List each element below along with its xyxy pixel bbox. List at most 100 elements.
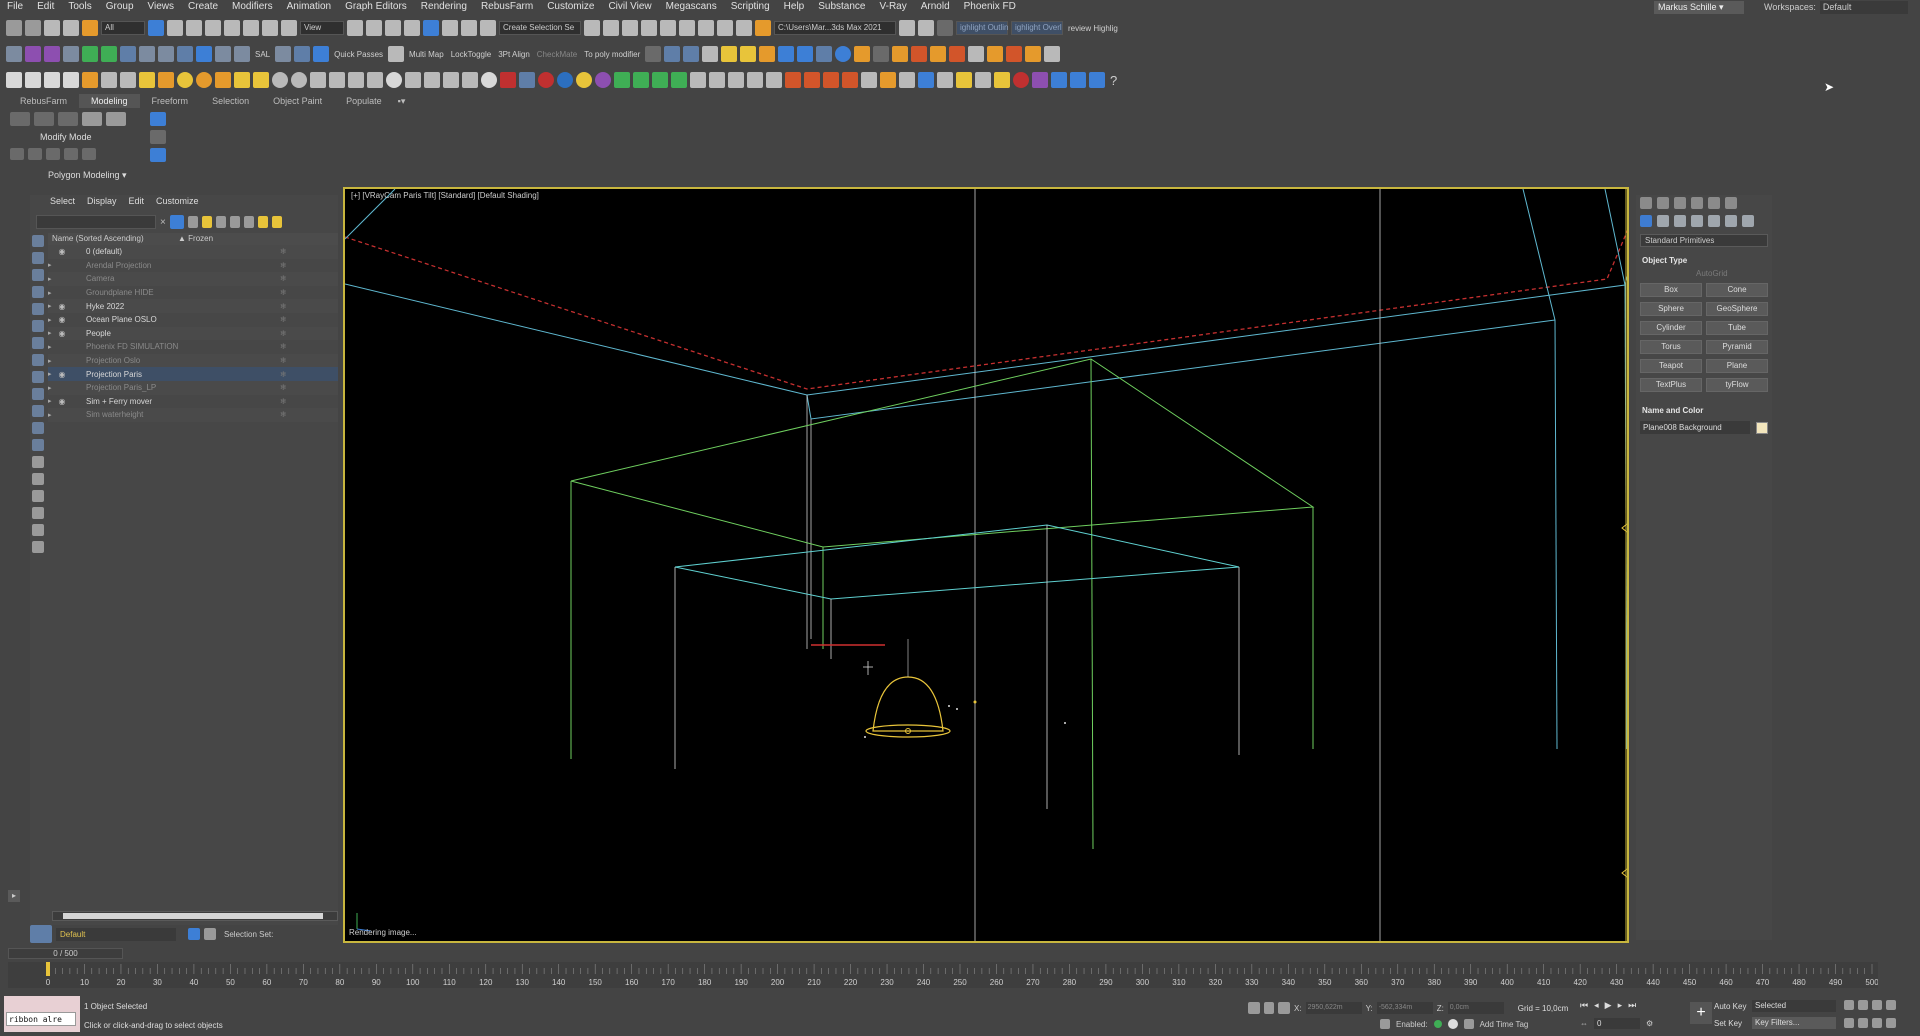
display-cameras-icon[interactable]	[32, 286, 44, 298]
layer-tool-icon[interactable]	[120, 46, 136, 62]
shapes-category-icon[interactable]	[1657, 215, 1669, 227]
highlight-overlay-toggle[interactable]: ighlight Overl	[1011, 21, 1063, 35]
explorer-horizontal-scrollbar[interactable]	[52, 911, 338, 921]
find-case-icon[interactable]	[32, 490, 44, 502]
clear-search-icon[interactable]: ×	[160, 217, 166, 228]
layer-row[interactable]: ▸ Groundplane HIDE ❄	[48, 286, 338, 300]
ribbon-side-2-icon[interactable]	[150, 130, 166, 144]
next-frame-icon[interactable]: ▸	[1618, 1000, 1623, 1011]
isolate-selection-icon[interactable]	[1248, 1002, 1260, 1014]
tool-b-icon[interactable]	[968, 46, 985, 62]
menu-graph-editors[interactable]: Graph Editors	[338, 0, 414, 14]
image-tool-icon[interactable]	[177, 46, 193, 62]
explorer-menu-edit[interactable]: Edit	[123, 196, 151, 206]
sun-icon[interactable]	[253, 72, 269, 88]
expand-arrow-icon[interactable]: ▸	[48, 329, 56, 337]
expand-arrow-icon[interactable]: ▸	[48, 316, 56, 324]
menu-substance[interactable]: Substance	[811, 0, 872, 14]
display-lights-icon[interactable]	[32, 269, 44, 281]
red-box-icon[interactable]	[500, 72, 516, 88]
x-coordinate-field[interactable]: 2950,622m	[1305, 1002, 1362, 1014]
freeze-toggle-icon[interactable]: ❄	[280, 410, 287, 419]
lock-toggle-button[interactable]: LockToggle	[449, 50, 493, 59]
menu-animation[interactable]: Animation	[280, 0, 338, 14]
expand-arrow-icon[interactable]: ▸	[48, 411, 56, 419]
material-editor-icon[interactable]	[698, 20, 714, 36]
menu-rebusfarm[interactable]: RebusFarm	[474, 0, 540, 14]
half-sphere-icon[interactable]	[291, 72, 307, 88]
menu-create[interactable]: Create	[181, 0, 225, 14]
vray-icon[interactable]	[481, 72, 497, 88]
zoom-extents-icon[interactable]	[1872, 1000, 1882, 1010]
render-setup-icon[interactable]	[717, 20, 733, 36]
viewport-layout-icon[interactable]	[937, 20, 953, 36]
to-poly-modifier-button[interactable]: To poly modifier	[582, 50, 642, 59]
primitive-torus-button[interactable]: Torus	[1640, 340, 1702, 354]
key-mode-icon[interactable]: ⇔	[1580, 1019, 1588, 1028]
sort-icon[interactable]	[32, 507, 44, 519]
display-helpers-icon[interactable]	[32, 303, 44, 315]
expand-arrow-icon[interactable]: ▸	[48, 275, 56, 283]
ribbon-tool-2-icon[interactable]	[34, 112, 54, 126]
primitive-geosphere-button[interactable]: GeoSphere	[1706, 302, 1768, 316]
layer-row[interactable]: ▸ Arendal Projection ❄	[48, 259, 338, 273]
expand-arrow-icon[interactable]: ▸	[48, 384, 56, 392]
expand-arrow-icon[interactable]: ▸	[48, 397, 56, 405]
paint-tool-icon[interactable]	[25, 46, 41, 62]
primitive-teapot-button[interactable]: Teapot	[1640, 359, 1702, 373]
folder-stack-icon[interactable]	[854, 46, 871, 62]
curve-editor-icon[interactable]	[660, 20, 676, 36]
explorer-search-input[interactable]	[36, 215, 156, 229]
highlight-outline-toggle[interactable]: ighlight Outlin	[956, 21, 1008, 35]
display-frozen-icon[interactable]	[32, 405, 44, 417]
qr-icon[interactable]	[835, 46, 852, 62]
freeze-toggle-icon[interactable]: ❄	[280, 247, 287, 256]
render-production-icon[interactable]	[755, 20, 771, 36]
menu-phoenix-fd[interactable]: Phoenix FD	[957, 0, 1023, 14]
cameras-category-icon[interactable]	[1691, 215, 1703, 227]
folder-icon[interactable]	[139, 72, 155, 88]
orbit-icon[interactable]	[1872, 1018, 1882, 1028]
save-incremental-icon[interactable]	[918, 20, 934, 36]
selection-bracket-icon[interactable]	[645, 46, 662, 62]
rendered-frame-window-icon[interactable]	[736, 20, 752, 36]
align-icon[interactable]	[603, 20, 619, 36]
forest-tool-icon[interactable]	[63, 46, 79, 62]
ribbon-sub-1-icon[interactable]	[10, 148, 24, 160]
object-color-swatch[interactable]	[1756, 421, 1768, 434]
visibility-eye-icon[interactable]: ◉	[56, 247, 68, 256]
spinner-snap-icon[interactable]	[461, 20, 477, 36]
scatter-tool-icon[interactable]	[44, 46, 60, 62]
cart-icon[interactable]	[1044, 46, 1061, 62]
settings-tool-icon[interactable]	[892, 46, 909, 62]
grid-array-icon[interactable]	[139, 46, 155, 62]
spacewarps-category-icon[interactable]	[1725, 215, 1737, 227]
auto-key-button[interactable]: Auto Key	[1714, 1002, 1746, 1011]
select-object-icon[interactable]	[148, 20, 164, 36]
display-shapes-icon[interactable]	[32, 252, 44, 264]
ribbon-sub-3-icon[interactable]	[46, 148, 60, 160]
grid-tool-icon[interactable]	[6, 46, 22, 62]
visibility-eye-icon[interactable]: ◉	[56, 302, 68, 311]
mountain-icon[interactable]	[310, 72, 326, 88]
place-icon[interactable]	[281, 20, 297, 36]
expand-arrow-icon[interactable]: ▸	[48, 343, 56, 351]
expand-arrow-icon[interactable]: ▸	[48, 302, 56, 310]
blue-swirl-icon[interactable]	[1051, 72, 1067, 88]
name-color-rollout-title[interactable]: Name and Color	[1636, 400, 1772, 417]
ribbon-sub-2-icon[interactable]	[28, 148, 42, 160]
new-layer-icon[interactable]	[201, 216, 212, 228]
red-dot-icon[interactable]	[1013, 72, 1029, 88]
pan-view-icon[interactable]	[1858, 1018, 1868, 1028]
stack-icon[interactable]	[82, 72, 98, 88]
menu-edit[interactable]: Edit	[30, 0, 61, 14]
selection-lock-icon[interactable]	[1264, 1002, 1274, 1014]
wind-icon[interactable]	[861, 72, 877, 88]
layer-row[interactable]: ▸ ◉ Sim + Ferry mover ❄	[48, 395, 338, 409]
current-frame-field[interactable]: 0	[1594, 1018, 1640, 1029]
green-arrows-icon[interactable]	[614, 72, 630, 88]
move-cross-icon[interactable]	[778, 46, 795, 62]
viewport-sync-icon[interactable]	[1447, 1019, 1458, 1029]
tree-icon[interactable]	[329, 72, 345, 88]
frozen-column-header[interactable]: ▲ Frozen	[178, 233, 213, 245]
